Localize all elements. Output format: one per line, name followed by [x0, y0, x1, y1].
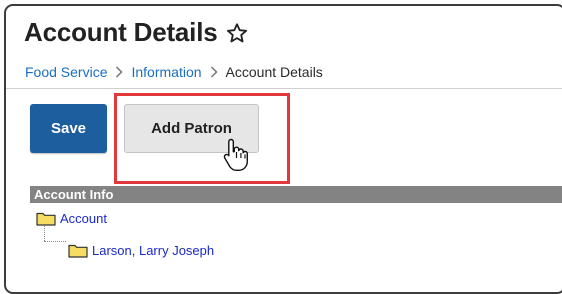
tree-connector — [44, 226, 45, 241]
tree-node-label: Account — [60, 210, 107, 226]
account-info-header: Account Info — [30, 186, 562, 203]
chevron-right-icon — [112, 66, 126, 78]
breadcrumb: Food Service Information Account Details — [25, 64, 323, 80]
breadcrumb-current: Account Details — [225, 64, 323, 80]
folder-icon — [68, 244, 88, 258]
tree-node-account[interactable]: Account — [36, 208, 107, 228]
page-title-row: Account Details — [24, 17, 248, 48]
breadcrumb-food-service[interactable]: Food Service — [25, 64, 107, 80]
tree-node-patron[interactable]: Larson, Larry Joseph — [68, 240, 214, 260]
hand-pointer-cursor-icon — [223, 138, 248, 171]
page-title: Account Details — [24, 17, 218, 47]
divider — [6, 88, 562, 89]
tree-connector — [44, 241, 66, 242]
account-tree: Account Larson, Larry Joseph — [36, 208, 214, 258]
tree-node-label: Larson, Larry Joseph — [92, 242, 215, 258]
save-button[interactable]: Save — [30, 104, 107, 153]
chevron-right-icon — [207, 66, 221, 78]
folder-icon — [36, 212, 56, 226]
breadcrumb-information[interactable]: Information — [131, 64, 201, 80]
favorite-star-icon[interactable] — [226, 22, 248, 44]
